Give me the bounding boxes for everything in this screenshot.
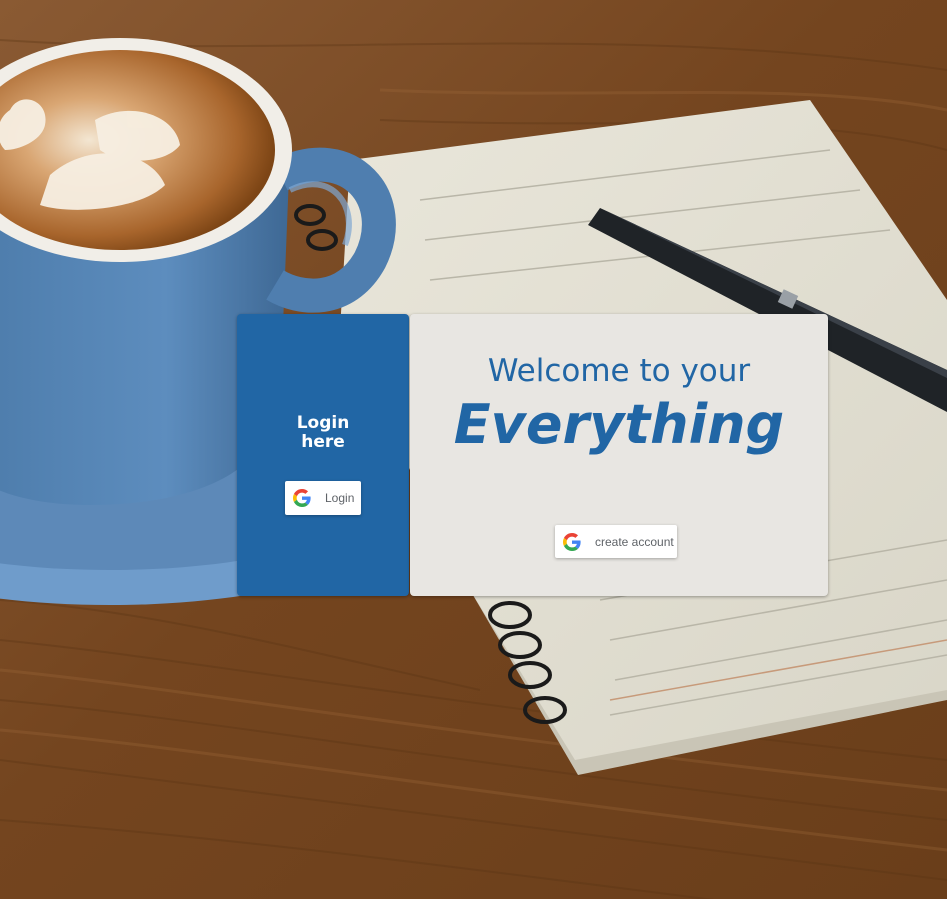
welcome-text: Welcome to your	[487, 353, 751, 389]
create-account-label: create account	[595, 534, 674, 549]
login-heading: Login here	[296, 413, 350, 452]
welcome-panel: Welcome to your Everything create accoun…	[410, 314, 828, 596]
google-login-button[interactable]: Login	[285, 481, 361, 515]
login-panel: Login here Login	[237, 314, 409, 596]
login-button-label: Login	[325, 491, 355, 505]
google-create-account-button[interactable]: create account	[555, 525, 677, 558]
google-icon	[563, 532, 581, 551]
google-icon	[293, 489, 311, 507]
headline-text: Everything	[453, 393, 785, 456]
